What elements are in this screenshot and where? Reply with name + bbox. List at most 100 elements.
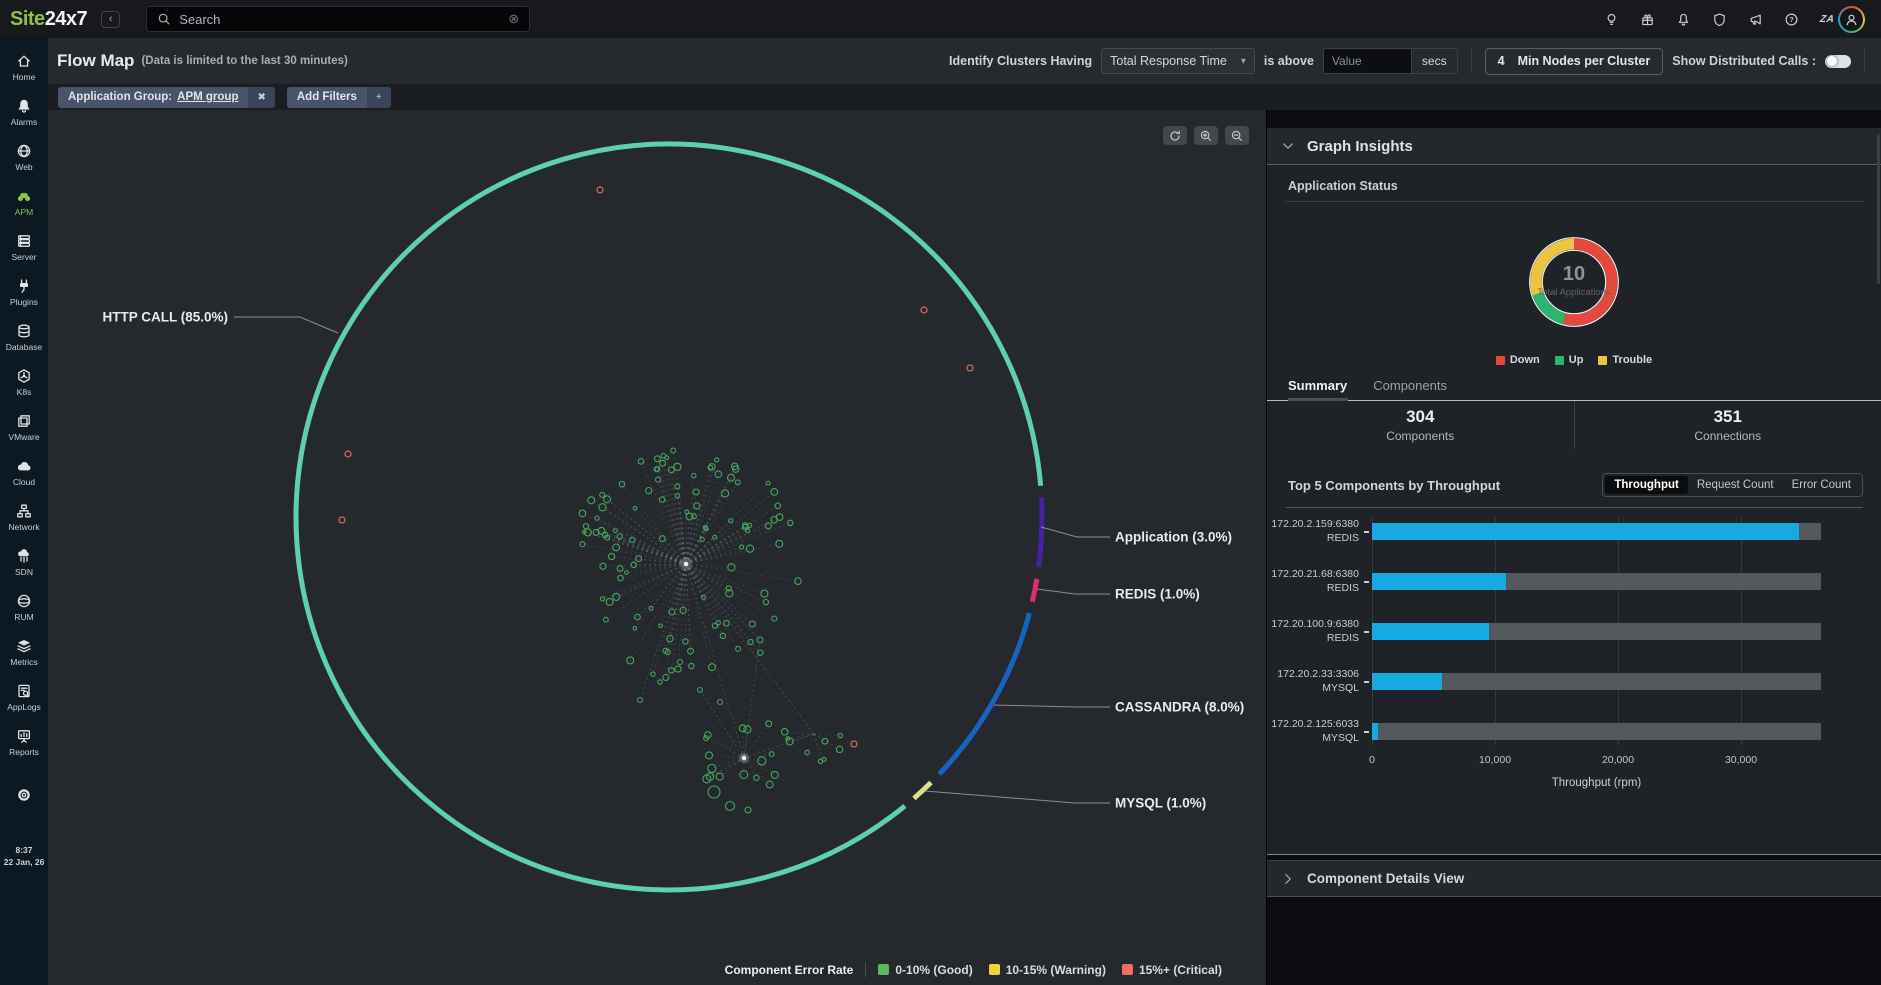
component-node[interactable] — [745, 807, 751, 813]
component-node[interactable] — [771, 489, 778, 496]
bar-value[interactable] — [1372, 523, 1799, 540]
sidebar-collapse-button[interactable]: ‹ — [101, 11, 120, 28]
ring-segment-redis[interactable] — [1032, 579, 1037, 602]
component-node[interactable] — [763, 600, 768, 605]
component-node[interactable] — [658, 680, 662, 684]
bar-value[interactable] — [1372, 623, 1489, 640]
sidebar-item-sdn[interactable]: SDN — [0, 539, 48, 584]
search-clear-icon[interactable]: ⊗ — [508, 11, 519, 27]
component-node[interactable] — [595, 516, 599, 520]
component-node[interactable] — [613, 593, 620, 600]
bar-value[interactable] — [1372, 673, 1442, 690]
bar-label[interactable]: 172.20.21.68:6380REDIS — [1271, 568, 1359, 595]
sidebar-item-k8s[interactable]: K8s — [0, 359, 48, 404]
sidebar-item-server[interactable]: Server — [0, 224, 48, 269]
zoom-out-button[interactable] — [1225, 126, 1249, 145]
component-node[interactable] — [671, 448, 676, 453]
error-component-node[interactable] — [597, 187, 603, 193]
component-node[interactable] — [675, 494, 679, 498]
error-component-node[interactable] — [921, 307, 927, 313]
tab-components[interactable]: Components — [1373, 378, 1447, 394]
component-node[interactable] — [788, 520, 793, 525]
component-node[interactable] — [715, 458, 719, 462]
status-donut[interactable]: 10Total Applications — [1512, 220, 1636, 344]
bulb-icon[interactable] — [1604, 12, 1619, 27]
mode-error-count[interactable]: Error Count — [1783, 476, 1860, 494]
component-node[interactable] — [758, 757, 766, 765]
sidebar-item-applogs[interactable]: AppLogs — [0, 674, 48, 719]
error-component-node[interactable] — [339, 517, 345, 523]
tab-summary[interactable]: Summary — [1288, 378, 1347, 394]
chip-value[interactable]: APM group — [177, 91, 238, 103]
sidebar-item-reports[interactable]: Reports — [0, 719, 48, 764]
bar-value[interactable] — [1372, 573, 1506, 590]
megaphone-icon[interactable] — [1748, 12, 1763, 27]
graph-insights-header[interactable]: Graph Insights — [1267, 128, 1881, 165]
bell-icon[interactable] — [1676, 12, 1691, 27]
bar-label[interactable]: 172.20.2.125:6033MYSQL — [1271, 718, 1359, 745]
sidebar-item-cloud[interactable]: Cloud — [0, 449, 48, 494]
sidebar-item-web[interactable]: Web — [0, 134, 48, 179]
add-filter-button[interactable]: + — [367, 87, 391, 108]
application-group-chip[interactable]: Application Group: APM group ✖ — [58, 87, 275, 108]
component-node[interactable] — [708, 786, 720, 798]
component-node[interactable] — [740, 771, 748, 779]
component-node[interactable] — [692, 473, 696, 477]
sidebar-item-network[interactable]: Network — [0, 494, 48, 539]
component-node[interactable] — [726, 802, 735, 811]
error-component-node[interactable] — [851, 741, 857, 747]
component-node[interactable] — [678, 660, 683, 665]
component-node[interactable] — [718, 700, 723, 705]
error-component-node[interactable] — [345, 451, 351, 457]
add-filters-chip[interactable]: Add Filters + — [287, 87, 391, 108]
bar-label[interactable]: 172.20.2.159:6380REDIS — [1271, 518, 1359, 545]
show-distributed-toggle[interactable] — [1825, 55, 1851, 68]
sidebar-item-vmware[interactable]: VMware — [0, 404, 48, 449]
min-nodes-group[interactable]: 4 Min Nodes per Cluster — [1485, 48, 1664, 75]
component-node[interactable] — [659, 497, 664, 502]
bar-label[interactable]: 172.20.2.33:3306MYSQL — [1277, 668, 1359, 695]
sidebar-item-settings[interactable] — [0, 772, 48, 817]
sidebar-item-home[interactable]: Home — [0, 44, 48, 89]
search-input[interactable] — [179, 12, 500, 27]
ring-segment-cassandra[interactable] — [939, 613, 1029, 774]
component-node[interactable] — [638, 459, 644, 465]
component-node[interactable] — [739, 725, 746, 732]
bar-value[interactable] — [1372, 723, 1378, 740]
sidebar-item-metrics[interactable]: Metrics — [0, 629, 48, 674]
component-node[interactable] — [659, 536, 665, 542]
component-node[interactable] — [694, 503, 700, 509]
scrollbar-thumb[interactable] — [1877, 134, 1880, 284]
component-node[interactable] — [772, 616, 777, 621]
remove-filter-button[interactable]: ✖ — [248, 87, 274, 108]
ring-segment-mysql[interactable] — [914, 782, 931, 798]
error-component-node[interactable] — [967, 365, 973, 371]
bar-label[interactable]: 172.20.100.9:6380REDIS — [1271, 618, 1359, 645]
mode-throughput[interactable]: Throughput — [1605, 476, 1688, 494]
component-node[interactable] — [654, 456, 660, 462]
zoho-one-icon[interactable]: ZA — [1820, 14, 1834, 25]
component-node[interactable] — [618, 575, 624, 581]
component-node[interactable] — [729, 519, 733, 523]
ring-segment-application[interactable] — [1039, 497, 1042, 567]
sidebar-item-database[interactable]: Database — [0, 314, 48, 359]
shield-icon[interactable] — [1712, 12, 1727, 27]
component-details-header[interactable]: Component Details View — [1267, 860, 1881, 897]
flow-map-canvas[interactable]: HTTP CALL (85.0%)Application (3.0%)REDIS… — [48, 110, 1266, 985]
component-node[interactable] — [646, 488, 652, 494]
sidebar-item-rum[interactable]: RUM — [0, 584, 48, 629]
refresh-button[interactable] — [1163, 126, 1187, 145]
threshold-value-input[interactable] — [1323, 48, 1411, 74]
sidebar-item-alarms[interactable]: Alarms — [0, 89, 48, 134]
sidebar-item-plugins[interactable]: Plugins — [0, 269, 48, 314]
component-node[interactable] — [761, 590, 768, 597]
sidebar-item-apm[interactable]: APM — [0, 179, 48, 224]
zoom-in-button[interactable] — [1194, 126, 1218, 145]
metric-select[interactable]: Total Response Time ▾ — [1101, 48, 1255, 74]
component-node[interactable] — [740, 545, 744, 549]
help-icon[interactable]: ? — [1784, 12, 1799, 27]
site24x7-logo[interactable]: Site24x7 — [10, 8, 87, 31]
component-node[interactable] — [606, 598, 613, 605]
component-node[interactable] — [604, 617, 609, 622]
user-avatar[interactable] — [1838, 6, 1865, 33]
